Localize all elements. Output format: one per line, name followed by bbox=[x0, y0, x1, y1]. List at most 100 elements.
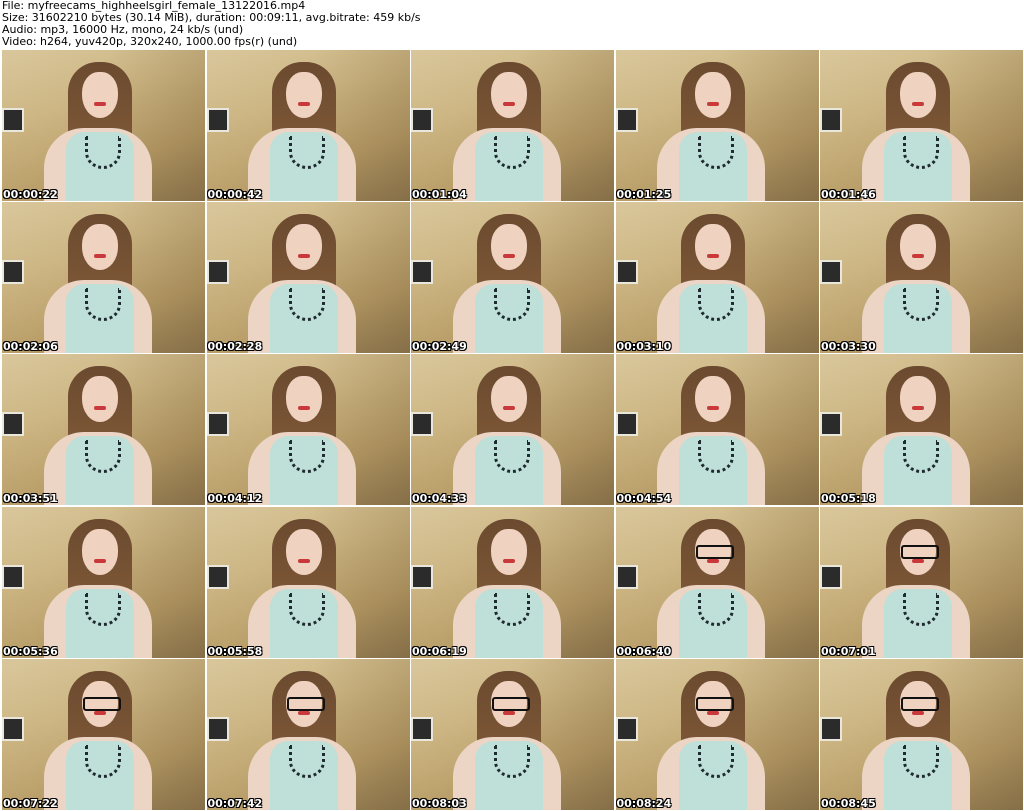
lips-image bbox=[93, 710, 106, 715]
file-info-header: File: myfreecams_highheelsgirl_female_13… bbox=[0, 0, 1024, 50]
lips-image bbox=[707, 254, 719, 259]
video-thumbnail: 00:08:45 bbox=[820, 658, 1023, 810]
face-image bbox=[490, 376, 527, 423]
lips-image bbox=[502, 406, 515, 411]
monitor-image bbox=[615, 412, 638, 437]
face-image bbox=[899, 376, 936, 423]
necklace-image bbox=[84, 744, 121, 778]
lips-image bbox=[298, 406, 310, 411]
face-image bbox=[81, 376, 118, 423]
face-image bbox=[286, 528, 322, 575]
video-thumbnail: 00:02:49 bbox=[411, 202, 614, 354]
video-thumbnail: 00:04:54 bbox=[615, 354, 819, 506]
lips-image bbox=[502, 102, 515, 106]
monitor-image bbox=[2, 412, 24, 437]
face-image bbox=[490, 528, 527, 575]
thumbnail-timestamp: 00:00:42 bbox=[207, 188, 263, 201]
video-thumbnail: 00:08:24 bbox=[615, 658, 819, 810]
necklace-image bbox=[902, 592, 939, 626]
necklace-image bbox=[493, 592, 530, 626]
necklace-image bbox=[84, 440, 121, 474]
lips-image bbox=[298, 254, 310, 259]
thumbnail-timestamp: 00:05:18 bbox=[821, 492, 876, 506]
lips-image bbox=[911, 710, 924, 715]
lips-image bbox=[298, 710, 310, 715]
video-thumbnail: 00:05:36 bbox=[2, 506, 205, 658]
necklace-image bbox=[698, 744, 734, 778]
lips-image bbox=[911, 558, 924, 563]
necklace-image bbox=[493, 744, 530, 778]
monitor-image bbox=[411, 412, 433, 437]
glasses-image bbox=[900, 696, 939, 711]
lips-image bbox=[911, 406, 924, 411]
glasses-image bbox=[287, 696, 325, 711]
necklace-image bbox=[289, 592, 325, 626]
thumbnail-timestamp: 00:06:19 bbox=[412, 644, 467, 658]
thumbnail-timestamp: 00:03:30 bbox=[821, 340, 876, 354]
thumbnail-timestamp: 00:01:04 bbox=[412, 188, 467, 201]
lips-image bbox=[911, 102, 924, 106]
glasses-image bbox=[900, 544, 939, 559]
monitor-image bbox=[2, 108, 24, 132]
thumbnail-timestamp: 00:06:40 bbox=[616, 644, 672, 658]
lips-image bbox=[93, 102, 106, 106]
monitor-image bbox=[615, 260, 638, 285]
monitor-image bbox=[615, 716, 638, 741]
monitor-image bbox=[206, 564, 229, 589]
necklace-image bbox=[493, 136, 530, 169]
face-image bbox=[695, 72, 731, 118]
monitor-image bbox=[206, 716, 229, 741]
video-thumbnail: 00:03:10 bbox=[615, 202, 819, 354]
thumbnail-timestamp: 00:02:06 bbox=[3, 340, 58, 354]
thumbnail-timestamp: 00:05:58 bbox=[207, 644, 263, 658]
necklace-image bbox=[902, 440, 939, 474]
glasses-image bbox=[82, 696, 121, 711]
thumbnail-timestamp: 00:08:45 bbox=[821, 796, 876, 810]
lips-image bbox=[298, 102, 310, 106]
lips-image bbox=[707, 102, 719, 106]
lips-image bbox=[93, 406, 106, 411]
lips-image bbox=[502, 558, 515, 563]
necklace-image bbox=[902, 288, 939, 322]
video-thumbnail: 00:02:06 bbox=[2, 202, 205, 354]
video-thumbnail: 00:06:40 bbox=[615, 506, 819, 658]
monitor-image bbox=[2, 564, 24, 589]
monitor-image bbox=[411, 716, 433, 741]
lips-image bbox=[707, 558, 719, 563]
lips-image bbox=[707, 710, 719, 715]
thumbnail-timestamp: 00:07:01 bbox=[821, 644, 876, 658]
necklace-image bbox=[493, 440, 530, 474]
lips-image bbox=[707, 406, 719, 411]
lips-image bbox=[911, 254, 924, 259]
video-info-line: Video: h264, yuv420p, 320x240, 1000.00 f… bbox=[2, 35, 298, 48]
thumbnail-timestamp: 00:02:49 bbox=[412, 340, 467, 354]
video-thumbnail: 00:00:22 bbox=[2, 50, 205, 201]
thumbnail-timestamp: 00:05:36 bbox=[3, 644, 58, 658]
monitor-image bbox=[615, 564, 638, 589]
thumbnail-timestamp: 00:01:46 bbox=[821, 188, 876, 201]
necklace-image bbox=[698, 592, 734, 626]
monitor-image bbox=[206, 260, 229, 285]
thumbnail-timestamp: 00:07:42 bbox=[207, 796, 263, 810]
video-thumbnail: 00:01:04 bbox=[411, 50, 614, 201]
glasses-image bbox=[696, 544, 734, 559]
video-thumbnail: 00:02:28 bbox=[206, 202, 410, 354]
face-image bbox=[490, 224, 527, 271]
video-thumbnail: 00:05:18 bbox=[820, 354, 1023, 506]
video-thumbnail: 00:07:01 bbox=[820, 506, 1023, 658]
video-thumbnail: 00:00:42 bbox=[206, 50, 410, 201]
video-thumbnail: 00:01:46 bbox=[820, 50, 1023, 201]
monitor-image bbox=[820, 564, 842, 589]
face-image bbox=[695, 224, 731, 271]
video-thumbnail: 00:05:58 bbox=[206, 506, 410, 658]
necklace-image bbox=[84, 288, 121, 322]
video-thumbnail: 00:08:03 bbox=[411, 658, 614, 810]
face-image bbox=[81, 72, 118, 118]
glasses-image bbox=[491, 696, 530, 711]
face-image bbox=[899, 224, 936, 271]
video-thumbnail: 00:03:30 bbox=[820, 202, 1023, 354]
face-image bbox=[81, 224, 118, 271]
thumbnail-timestamp: 00:01:25 bbox=[616, 188, 672, 201]
thumbnail-timestamp: 00:04:33 bbox=[412, 492, 467, 506]
monitor-image bbox=[411, 260, 433, 285]
